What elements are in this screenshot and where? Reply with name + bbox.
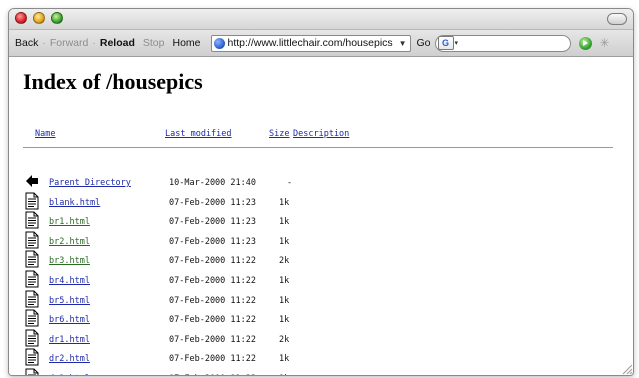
file-size: 2k (279, 335, 290, 345)
column-header-size[interactable]: Size (269, 129, 289, 139)
page-title: Index of /housepics (23, 69, 203, 94)
back-arrow-icon (26, 175, 38, 187)
file-size: 1k (279, 374, 289, 375)
file-size: 1k (279, 198, 290, 208)
home-button[interactable]: Home (172, 37, 200, 49)
title-bar (9, 9, 633, 30)
file-size: 2k (279, 256, 290, 266)
back-button[interactable]: Back (15, 37, 38, 49)
file-row: br3.html 07-Feb-2000 11:22 2k (9, 250, 633, 275)
file-size: 1k (279, 296, 290, 306)
file-size: 1k (279, 315, 290, 325)
text-document-icon (25, 309, 39, 327)
url-history-dropdown-icon[interactable]: ▼ (399, 39, 407, 48)
text-document-icon (25, 250, 39, 268)
address-bar[interactable]: http://www.littlechair.com/housepics ▼ (210, 34, 411, 52)
file-row: br5.html 07-Feb-2000 11:22 1k (9, 290, 633, 315)
file-row: dr2.html 07-Feb-2000 11:22 1k (9, 348, 633, 373)
text-document-icon (25, 348, 39, 366)
file-link[interactable]: dr2.html (49, 354, 90, 364)
file-date: 07-Feb-2000 11:23 (169, 237, 256, 247)
file-date: 07-Feb-2000 11:22 (169, 315, 256, 325)
file-link[interactable]: br1.html (49, 217, 90, 227)
file-link[interactable]: blank.html (49, 198, 100, 208)
file-link[interactable]: br4.html (49, 276, 90, 286)
file-size: - (287, 178, 293, 188)
resize-grip-icon[interactable] (619, 361, 633, 375)
column-header-name[interactable]: Name (35, 129, 55, 139)
address-text[interactable]: http://www.littlechair.com/housepics (228, 37, 399, 49)
file-row: dr1.html 07-Feb-2000 11:22 2k (9, 329, 633, 354)
search-go-icon[interactable] (578, 36, 592, 50)
file-date: 07-Feb-2000 11:22 (169, 256, 256, 266)
loading-spinner-icon: ✳ (599, 36, 610, 50)
search-engine-dropdown-icon[interactable]: ▾ (455, 39, 459, 47)
parent-directory-row: Parent Directory 10-Mar-2000 21:40 - (9, 175, 633, 197)
reload-button[interactable]: Reload (100, 37, 135, 49)
file-size: 1k (279, 276, 290, 286)
file-date: 07-Feb-2000 11:22 (169, 276, 256, 286)
page-content: Index of /housepics Name Last modified S… (9, 57, 633, 375)
file-link[interactable]: br6.html (49, 315, 90, 325)
text-document-icon (25, 211, 39, 229)
file-row: br2.html 07-Feb-2000 11:23 1k (9, 231, 633, 256)
file-size: 1k (279, 354, 290, 364)
stop-button[interactable]: Stop (143, 37, 165, 49)
forward-menu-separator: · (92, 37, 96, 49)
globe-icon (213, 37, 225, 49)
text-document-icon (25, 290, 39, 308)
file-size: 1k (279, 237, 290, 247)
column-header-last-modified[interactable]: Last modified (165, 129, 232, 139)
back-menu-separator: · (42, 37, 46, 49)
navigation-toolbar: Back · Forward · Reload Stop Home http:/… (9, 30, 633, 57)
file-link[interactable]: dr3.html (49, 374, 90, 375)
toolbar-toggle-button[interactable] (607, 13, 627, 25)
header-divider (23, 147, 613, 148)
file-date: 07-Feb-2000 11:22 (169, 374, 256, 375)
file-date: 07-Feb-2000 11:22 (169, 335, 256, 345)
text-document-icon (25, 368, 39, 375)
forward-button[interactable]: Forward (50, 37, 89, 49)
search-field[interactable]: G ▾ (434, 34, 571, 52)
file-row: dr3.html 07-Feb-2000 11:22 1k (9, 368, 633, 375)
file-link[interactable]: br5.html (49, 296, 90, 306)
file-link[interactable]: dr1.html (49, 335, 90, 345)
file-date: 07-Feb-2000 11:23 (169, 198, 256, 208)
file-link[interactable]: br2.html (49, 237, 90, 247)
file-date: 10-Mar-2000 21:40 (169, 178, 256, 188)
text-document-icon (25, 192, 39, 210)
parent-directory-link[interactable]: Parent Directory (49, 178, 131, 188)
text-document-icon (25, 231, 39, 249)
go-button[interactable]: Go (417, 37, 431, 49)
close-window-button[interactable] (15, 12, 27, 24)
traffic-lights (15, 12, 63, 24)
file-date: 07-Feb-2000 11:22 (169, 296, 256, 306)
zoom-window-button[interactable] (51, 12, 63, 24)
file-row: br1.html 07-Feb-2000 11:23 1k (9, 211, 633, 236)
file-row: br6.html 07-Feb-2000 11:22 1k (9, 309, 633, 334)
file-date: 07-Feb-2000 11:22 (169, 354, 256, 364)
file-size: 1k (279, 217, 290, 227)
minimize-window-button[interactable] (33, 12, 45, 24)
file-row: blank.html 07-Feb-2000 11:23 1k (9, 192, 633, 217)
text-document-icon (25, 329, 39, 347)
text-document-icon (25, 270, 39, 288)
column-header-description[interactable]: Description (293, 129, 349, 139)
file-date: 07-Feb-2000 11:23 (169, 217, 256, 227)
search-engine-icon[interactable]: G (437, 36, 454, 50)
file-link[interactable]: br3.html (49, 256, 90, 266)
browser-window: Back · Forward · Reload Stop Home http:/… (8, 8, 634, 376)
file-row: br4.html 07-Feb-2000 11:22 1k (9, 270, 633, 295)
